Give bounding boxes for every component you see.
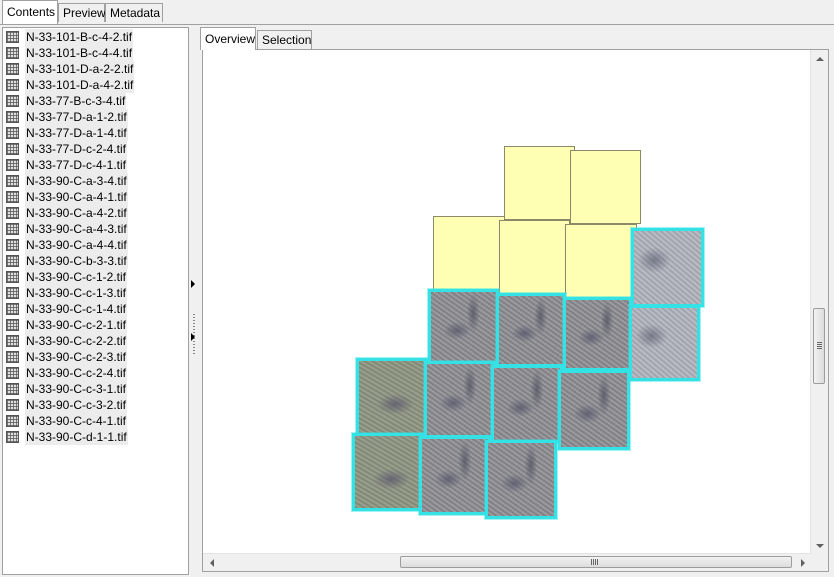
raster-dataset-icon — [6, 351, 19, 363]
selected-image-tile[interactable] — [631, 228, 704, 307]
tab-overview[interactable]: Overview — [200, 27, 256, 50]
selected-image-tile[interactable] — [496, 293, 566, 367]
selected-image-tile[interactable] — [629, 305, 700, 381]
file-name: N-33-90-C-a-3-4.tif — [25, 173, 128, 189]
expand-right-icon[interactable] — [191, 280, 195, 288]
selected-image-tile[interactable] — [491, 365, 563, 443]
arrow-left-icon — [209, 558, 214, 567]
selected-image-tile[interactable] — [558, 370, 630, 450]
raster-dataset-icon — [6, 303, 19, 315]
raster-dataset-icon — [6, 367, 19, 379]
preview-area: Overview Selection — [198, 27, 834, 577]
vertical-scroll-thumb[interactable] — [813, 308, 825, 384]
footprint-tile[interactable] — [499, 220, 570, 294]
selected-image-tile[interactable] — [356, 358, 428, 436]
arrow-right-icon — [800, 558, 805, 567]
raster-dataset-icon — [6, 47, 19, 59]
raster-dataset-icon — [6, 159, 19, 171]
tab-contents[interactable]: Contents — [2, 0, 58, 24]
horizontal-scrollbar[interactable] — [203, 553, 811, 571]
footprint-tile[interactable] — [570, 150, 641, 224]
raster-dataset-icon — [6, 319, 19, 331]
file-name: N-33-77-D-a-1-2.tif — [25, 109, 128, 125]
expand-right-icon[interactable] — [191, 333, 195, 341]
scroll-right-button[interactable] — [794, 554, 811, 571]
tab-metadata[interactable]: Metadata — [105, 3, 163, 22]
raster-dataset-icon — [6, 127, 19, 139]
selected-image-tile[interactable] — [428, 289, 499, 365]
raster-dataset-icon — [6, 63, 19, 75]
raster-dataset-icon — [6, 335, 19, 347]
selected-image-tile[interactable] — [424, 361, 496, 438]
selected-image-tile[interactable] — [419, 436, 491, 515]
horizontal-scroll-thumb[interactable] — [400, 556, 792, 568]
grip-icon — [817, 342, 822, 349]
file-name: N-33-77-B-c-3-4.tif — [25, 93, 127, 109]
file-name: N-33-90-C-c-4-1.tif — [25, 413, 128, 429]
file-name: N-33-90-C-a-4-3.tif — [25, 221, 128, 237]
top-tab-strip: Contents Preview Metadata — [0, 0, 834, 25]
raster-dataset-icon — [6, 287, 19, 299]
raster-dataset-icon — [6, 223, 19, 235]
file-name: N-33-101-D-a-4-2.tif — [25, 77, 135, 93]
raster-dataset-icon — [6, 399, 19, 411]
raster-dataset-icon — [6, 79, 19, 91]
scroll-up-button[interactable] — [811, 50, 828, 67]
raster-dataset-icon — [6, 95, 19, 107]
footprint-tile[interactable] — [433, 216, 505, 290]
selected-image-tile[interactable] — [563, 297, 632, 371]
file-name: N-33-90-C-c-2-1.tif — [25, 317, 128, 333]
file-name: N-33-101-B-c-4-4.tif — [25, 45, 134, 61]
arrow-down-icon — [815, 543, 824, 548]
file-name: N-33-101-B-c-4-2.tif — [25, 29, 134, 45]
raster-dataset-icon — [6, 239, 19, 251]
raster-dataset-icon — [6, 431, 19, 443]
panel-splitter[interactable] — [189, 27, 198, 575]
tab-selection[interactable]: Selection — [257, 30, 312, 49]
map-overview-canvas[interactable] — [202, 49, 829, 572]
vertical-scrollbar[interactable] — [810, 50, 828, 554]
file-name: N-33-90-C-c-2-2.tif — [25, 333, 128, 349]
footprint-tile[interactable] — [565, 224, 637, 298]
raster-dataset-icon — [6, 191, 19, 203]
preview-tab-strip: Overview Selection — [198, 27, 834, 50]
selected-image-tile[interactable] — [352, 433, 424, 511]
file-name: N-33-90-C-c-3-1.tif — [25, 381, 128, 397]
file-name: N-33-77-D-a-1-4.tif — [25, 125, 128, 141]
file-name: N-33-90-C-c-2-4.tif — [25, 365, 128, 381]
arrow-up-icon — [815, 56, 824, 61]
file-name: N-33-90-C-d-1-1.tif — [25, 429, 128, 445]
file-name: N-33-90-C-c-1-3.tif — [25, 285, 128, 301]
raster-dataset-icon — [6, 255, 19, 267]
raster-dataset-icon — [6, 383, 19, 395]
file-name: N-33-90-C-b-3-3.tif — [25, 253, 128, 269]
raster-dataset-icon — [6, 31, 19, 43]
file-name: N-33-90-C-a-4-4.tif — [25, 237, 128, 253]
grip-icon — [591, 559, 598, 565]
file-name: N-33-90-C-a-4-2.tif — [25, 205, 128, 221]
file-list-panel: N-33-101-B-c-4-2.tif N-33-101-B-c-4-4.tif… — [2, 27, 189, 575]
footprint-tile[interactable] — [504, 146, 575, 220]
raster-dataset-icon — [6, 143, 19, 155]
raster-dataset-icon — [6, 111, 19, 123]
file-name: N-33-90-C-c-3-2.tif — [25, 397, 128, 413]
raster-dataset-icon — [6, 415, 19, 427]
scrollbar-corner — [811, 554, 828, 571]
file-name: N-33-90-C-c-1-4.tif — [25, 301, 128, 317]
scroll-left-button[interactable] — [203, 554, 220, 571]
tab-preview[interactable]: Preview — [58, 3, 106, 22]
selected-image-tile[interactable] — [485, 440, 557, 519]
file-name: N-33-77-D-c-4-1.tif — [25, 157, 128, 173]
scroll-down-button[interactable] — [811, 537, 828, 554]
file-name: N-33-90-C-a-4-1.tif — [25, 189, 128, 205]
file-name: N-33-101-D-a-2-2.tif — [25, 61, 135, 77]
file-name: N-33-90-C-c-1-2.tif — [25, 269, 128, 285]
raster-dataset-icon — [6, 271, 19, 283]
file-name: N-33-90-C-c-2-3.tif — [25, 349, 128, 365]
raster-dataset-icon — [6, 175, 19, 187]
raster-dataset-icon — [6, 207, 19, 219]
file-name: N-33-77-D-c-2-4.tif — [25, 141, 128, 157]
